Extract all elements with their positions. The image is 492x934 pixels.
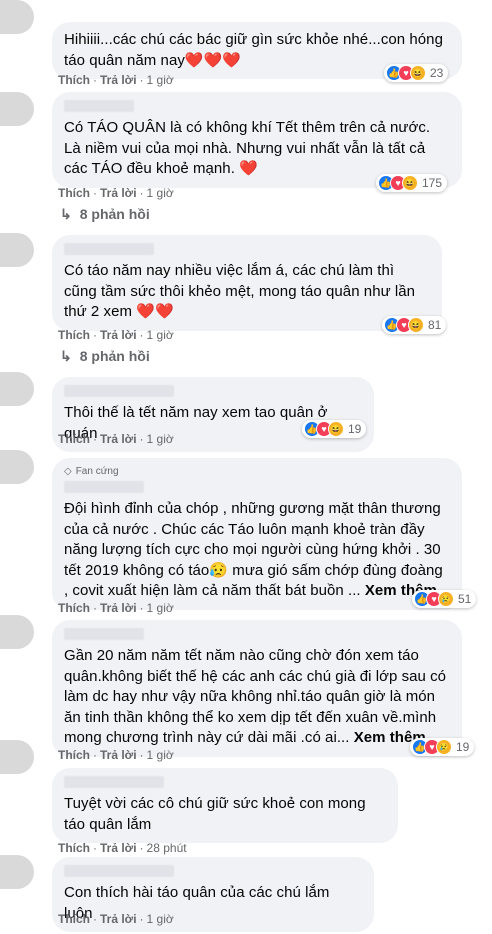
comment-bubble: Gần 20 năm năm tết năm nào cũng chờ đón … [52, 620, 462, 757]
comment-actions: Thích · Trả lời · 28 phút [58, 841, 187, 855]
haha-reaction-icon: 😆 [408, 317, 424, 333]
comment-actions: Thích · Trả lời · 1 giờ [58, 186, 174, 200]
avatar[interactable] [0, 740, 34, 774]
avatar[interactable] [0, 233, 34, 267]
reaction-summary[interactable]: 👍 ♥ 😆 23 [384, 64, 449, 82]
reply-link[interactable]: Trả lời [100, 328, 137, 342]
reply-link[interactable]: Trả lời [100, 601, 137, 615]
reaction-summary[interactable]: 👍 ♥ 😢 51 [412, 590, 477, 608]
timestamp[interactable]: 1 giờ [147, 601, 174, 615]
reply-link[interactable]: Trả lời [100, 912, 137, 926]
comment-text: Đội hình đỉnh của chóp , những gương mặt… [64, 499, 450, 602]
timestamp[interactable]: 28 phút [147, 841, 187, 855]
comment-text: Có TÁO QUÂN là có không khí Tết thêm trê… [64, 119, 431, 177]
comment-text: Có táo năm nay nhiều việc lắm á, các chú… [64, 262, 416, 320]
author-name[interactable] [64, 776, 164, 788]
diamond-icon: ◇ [64, 466, 72, 477]
timestamp[interactable]: 1 giờ [147, 186, 174, 200]
haha-reaction-icon: 😆 [328, 421, 344, 437]
reply-arrow-icon: ↳ [60, 348, 72, 364]
fan-badge-label: Fan cứng [75, 466, 119, 477]
reply-link[interactable]: Trả lời [100, 748, 137, 762]
reaction-count: 51 [458, 592, 472, 606]
like-link[interactable]: Thích [58, 601, 90, 615]
comment-text: Tuyệt vời các cô chú giữ sức khoẻ con mo… [64, 795, 366, 833]
sad-reaction-icon: 😢 [436, 739, 452, 755]
avatar[interactable] [0, 92, 34, 126]
author-name[interactable] [64, 243, 154, 255]
view-replies-link[interactable]: ↳ 8 phản hồi [60, 206, 150, 223]
replies-count: 8 phản hồi [79, 206, 150, 222]
haha-reaction-icon: 😆 [402, 175, 418, 191]
comment-actions: Thích · Trả lời · 1 giờ [58, 912, 174, 926]
comment-bubble: Có táo năm nay nhiều việc lắm á, các chú… [52, 235, 442, 331]
comment-bubble: Tuyệt vời các cô chú giữ sức khoẻ con mo… [52, 768, 398, 843]
like-link[interactable]: Thích [58, 912, 90, 926]
author-name[interactable] [64, 385, 174, 397]
comment-actions: Thích · Trả lời · 1 giờ [58, 601, 174, 615]
avatar[interactable] [0, 855, 34, 889]
author-name[interactable] [64, 481, 144, 493]
like-link[interactable]: Thích [58, 841, 90, 855]
comment-text: Gần 20 năm năm tết năm nào cũng chờ đón … [64, 646, 450, 749]
like-link[interactable]: Thích [58, 328, 90, 342]
comment-actions: Thích · Trả lời · 1 giờ [58, 328, 174, 342]
reaction-summary[interactable]: 👍 ♥ 😆 19 [302, 420, 367, 438]
author-name[interactable] [64, 628, 144, 640]
timestamp[interactable]: 1 giờ [147, 432, 174, 446]
comment-actions: Thích · Trả lời · 1 giờ [58, 73, 174, 87]
timestamp[interactable]: 1 giờ [147, 912, 174, 926]
comment-bubble: ◇ Fan cứng Đội hình đỉnh của chóp , nhữn… [52, 458, 462, 610]
author-name[interactable] [64, 865, 174, 877]
reaction-count: 23 [430, 66, 444, 80]
avatar[interactable] [0, 0, 34, 34]
reply-link[interactable]: Trả lời [100, 186, 137, 200]
reaction-summary[interactable]: 👍 ♥ 😢 19 [410, 738, 475, 756]
reaction-summary[interactable]: 👍 ♥ 😆 81 [382, 316, 447, 334]
reaction-count: 175 [422, 176, 443, 190]
view-replies-link[interactable]: ↳ 8 phản hồi [60, 348, 150, 365]
replies-count: 8 phản hồi [79, 348, 150, 364]
reaction-count: 81 [428, 318, 442, 332]
like-link[interactable]: Thích [58, 186, 90, 200]
author-name[interactable] [64, 100, 134, 112]
like-link[interactable]: Thích [58, 748, 90, 762]
reply-link[interactable]: Trả lời [100, 73, 137, 87]
reply-arrow-icon: ↳ [60, 206, 72, 222]
reaction-count: 19 [348, 422, 362, 436]
timestamp[interactable]: 1 giờ [147, 748, 174, 762]
timestamp[interactable]: 1 giờ [147, 328, 174, 342]
avatar[interactable] [0, 372, 34, 406]
reply-link[interactable]: Trả lời [100, 432, 137, 446]
comment-actions: Thích · Trả lời · 1 giờ [58, 748, 174, 762]
fan-badge: ◇ Fan cứng [64, 466, 450, 477]
haha-reaction-icon: 😆 [410, 65, 426, 81]
reply-link[interactable]: Trả lời [100, 841, 137, 855]
avatar[interactable] [0, 450, 34, 484]
reaction-count: 19 [456, 740, 470, 754]
comment-actions: Thích · Trả lời · 1 giờ [58, 432, 174, 446]
sad-reaction-icon: 😢 [438, 591, 454, 607]
reaction-summary[interactable]: 👍 ♥ 😆 175 [376, 174, 448, 192]
like-link[interactable]: Thích [58, 73, 90, 87]
like-link[interactable]: Thích [58, 432, 90, 446]
avatar[interactable] [0, 615, 34, 649]
timestamp[interactable]: 1 giờ [147, 73, 174, 87]
